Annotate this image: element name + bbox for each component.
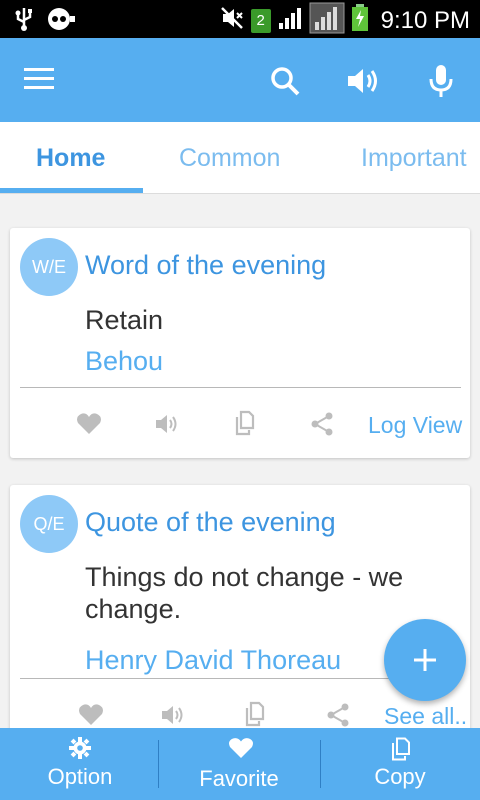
- signal-roaming-icon: [309, 2, 345, 39]
- status-bar: 2 9:10 PM: [0, 0, 480, 38]
- copy-icon[interactable]: [232, 410, 258, 441]
- copy-button[interactable]: Copy: [320, 728, 480, 800]
- option-button[interactable]: Option: [0, 728, 160, 800]
- card-title: Word of the evening: [85, 250, 327, 280]
- heart-icon[interactable]: [76, 412, 102, 441]
- gear-icon: [69, 737, 91, 759]
- see-all-link[interactable]: See all..: [384, 703, 467, 730]
- tab-bar: Home Common Important: [0, 122, 480, 194]
- voicemail-icon: [46, 6, 76, 37]
- tab-home[interactable]: Home: [36, 144, 105, 173]
- tab-important[interactable]: Important: [361, 144, 467, 173]
- quote-text-line-2: change.: [85, 594, 182, 624]
- speaker-icon[interactable]: [154, 412, 180, 441]
- copy-label: Copy: [374, 764, 426, 789]
- word-of-evening-card: W/E Word of the evening Retain Behou Log…: [10, 228, 470, 458]
- tab-indicator: [0, 188, 143, 193]
- search-icon[interactable]: [270, 66, 300, 101]
- share-icon[interactable]: [310, 412, 334, 441]
- battery-charging-icon: [351, 4, 369, 37]
- favorite-label: Favorite: [199, 766, 279, 791]
- mic-icon[interactable]: [428, 64, 454, 103]
- quote-of-evening-card: Q/E Quote of the evening Things do not c…: [10, 485, 470, 735]
- app-bar: [0, 38, 480, 122]
- card-avatar: W/E: [20, 238, 78, 296]
- notification-badge: 2: [250, 8, 271, 33]
- heart-icon: [229, 738, 253, 758]
- plus-icon: [414, 649, 436, 671]
- usb-icon: [14, 6, 34, 37]
- mute-icon: [219, 5, 245, 36]
- quote-author: Henry David Thoreau: [85, 645, 342, 675]
- signal-icon: [277, 5, 303, 36]
- copy-icon: [392, 737, 410, 761]
- tab-common[interactable]: Common: [179, 144, 280, 173]
- card-avatar: Q/E: [20, 495, 78, 553]
- speaker-icon[interactable]: [346, 66, 380, 101]
- card-divider: [20, 387, 461, 388]
- quote-text-line-1: Things do not change - we: [85, 562, 404, 592]
- bottom-bar: Option Favorite Copy: [0, 728, 480, 800]
- word-text: Retain: [85, 305, 164, 335]
- word-translation: Behou: [85, 346, 164, 376]
- menu-icon[interactable]: [24, 68, 54, 95]
- option-label: Option: [47, 764, 113, 789]
- add-fab-button[interactable]: [384, 619, 466, 701]
- card-title: Quote of the evening: [85, 507, 336, 537]
- favorite-button[interactable]: Favorite: [159, 728, 319, 800]
- log-view-link[interactable]: Log View: [368, 412, 462, 439]
- status-time: 9:10 PM: [380, 6, 470, 34]
